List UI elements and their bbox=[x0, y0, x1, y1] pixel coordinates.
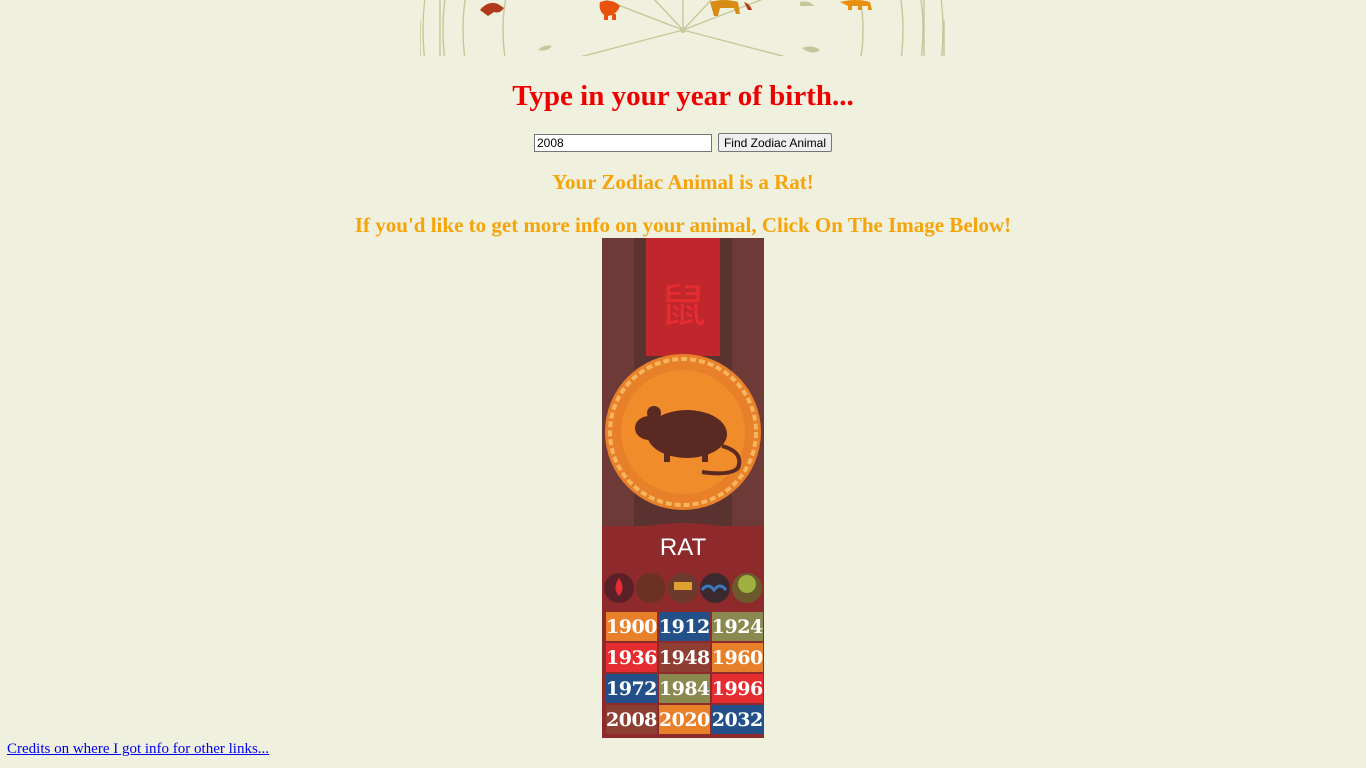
year-cell: 1972 bbox=[606, 674, 657, 703]
rat-label: RAT bbox=[659, 534, 707, 561]
pig-icon bbox=[800, 0, 872, 10]
year-cell: 1924 bbox=[711, 612, 763, 641]
birth-year-input[interactable] bbox=[533, 133, 712, 152]
dog-icon bbox=[710, 0, 752, 16]
year-form: Find Zodiac Animal bbox=[0, 133, 1366, 152]
year-cell: 1960 bbox=[711, 643, 763, 672]
zodiac-year-grid: 1900 1912 1924 1936 1948 1960 1972 1984 … bbox=[606, 612, 763, 734]
rat-zodiac-image-link[interactable]: 鼠 RAT 1900 1912 1924 1936 1948 1960 1972… bbox=[602, 238, 764, 738]
year-cell: 1900 bbox=[606, 612, 657, 641]
year-cell: 2020 bbox=[658, 705, 710, 734]
year-cell: 2032 bbox=[711, 705, 763, 734]
earth-icon bbox=[636, 573, 666, 603]
year-cell: 1948 bbox=[658, 643, 710, 672]
rat-chinese-character: 鼠 bbox=[660, 279, 706, 333]
year-cell: 1912 bbox=[658, 612, 710, 641]
rooster-icon bbox=[599, 0, 620, 20]
year-cell: 1936 bbox=[606, 643, 657, 672]
zodiac-wheel-banner bbox=[420, 0, 946, 56]
year-cell: 2008 bbox=[606, 705, 657, 734]
find-zodiac-animal-button[interactable]: Find Zodiac Animal bbox=[717, 133, 833, 152]
credits-link[interactable]: Credits on where I got info for other li… bbox=[7, 741, 269, 758]
zodiac-result-text: Your Zodiac Animal is a Rat! bbox=[552, 170, 814, 194]
more-info-text: If you'd like to get more info on your a… bbox=[354, 213, 1012, 237]
horse-silhouette-icon bbox=[802, 46, 820, 53]
element-icons-row bbox=[604, 573, 762, 603]
year-cell: 1996 bbox=[711, 674, 763, 703]
year-cell: 1984 bbox=[658, 674, 710, 703]
page-title: Type in your year of birth... bbox=[512, 80, 854, 112]
page: Type in your year of birth... Find Zodia… bbox=[0, 0, 1366, 768]
ox-silhouette-icon bbox=[538, 45, 552, 51]
monkey-icon bbox=[480, 2, 504, 16]
